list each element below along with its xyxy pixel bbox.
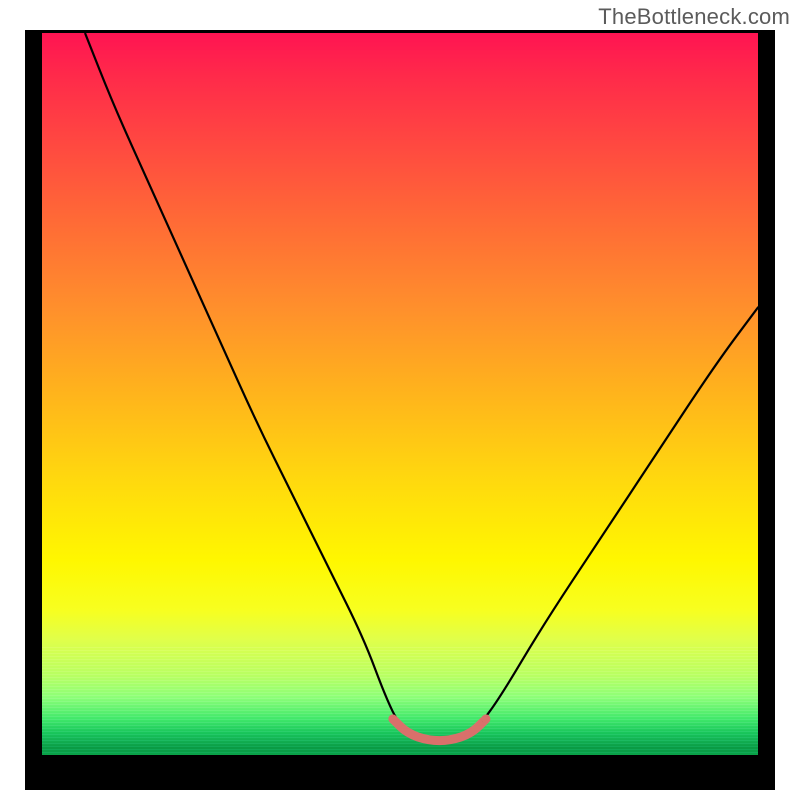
valley-highlight: [393, 719, 486, 741]
curve-layer: [42, 33, 758, 755]
chart-frame: TheBottleneck.com: [0, 0, 800, 800]
bottleneck-curve: [85, 33, 758, 741]
gradient-panel: [42, 33, 758, 755]
plot-area: [25, 30, 775, 790]
bottom-bands: [42, 645, 758, 755]
watermark-text: TheBottleneck.com: [598, 4, 790, 30]
